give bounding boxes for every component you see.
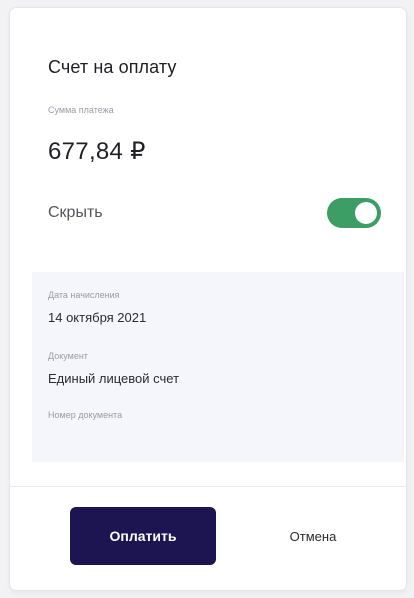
hide-label: Скрыть (48, 204, 103, 221)
document-label: Документ (48, 351, 88, 361)
cancel-button[interactable]: Отмена (258, 507, 368, 565)
payment-invoice-dialog: Счет на оплату Сумма платежа 677,84 ₽ Ск… (10, 8, 406, 590)
details-panel: Дата начисления 14 октября 2021 Документ… (32, 272, 404, 462)
amount-label: Сумма платежа (48, 105, 114, 115)
amount-value: 677,84 ₽ (48, 138, 146, 165)
pay-button[interactable]: Оплатить (70, 507, 216, 565)
accrual-date-value: 14 октября 2021 (48, 310, 147, 325)
document-number-label: Номер документа (48, 410, 123, 420)
toggle-knob (355, 202, 377, 224)
footer-divider (10, 486, 406, 487)
hide-toggle[interactable] (327, 198, 381, 228)
document-value: Единый лицевой счет (48, 371, 180, 386)
accrual-date-label: Дата начисления (48, 290, 120, 300)
dialog-title: Счет на оплату (48, 57, 177, 77)
